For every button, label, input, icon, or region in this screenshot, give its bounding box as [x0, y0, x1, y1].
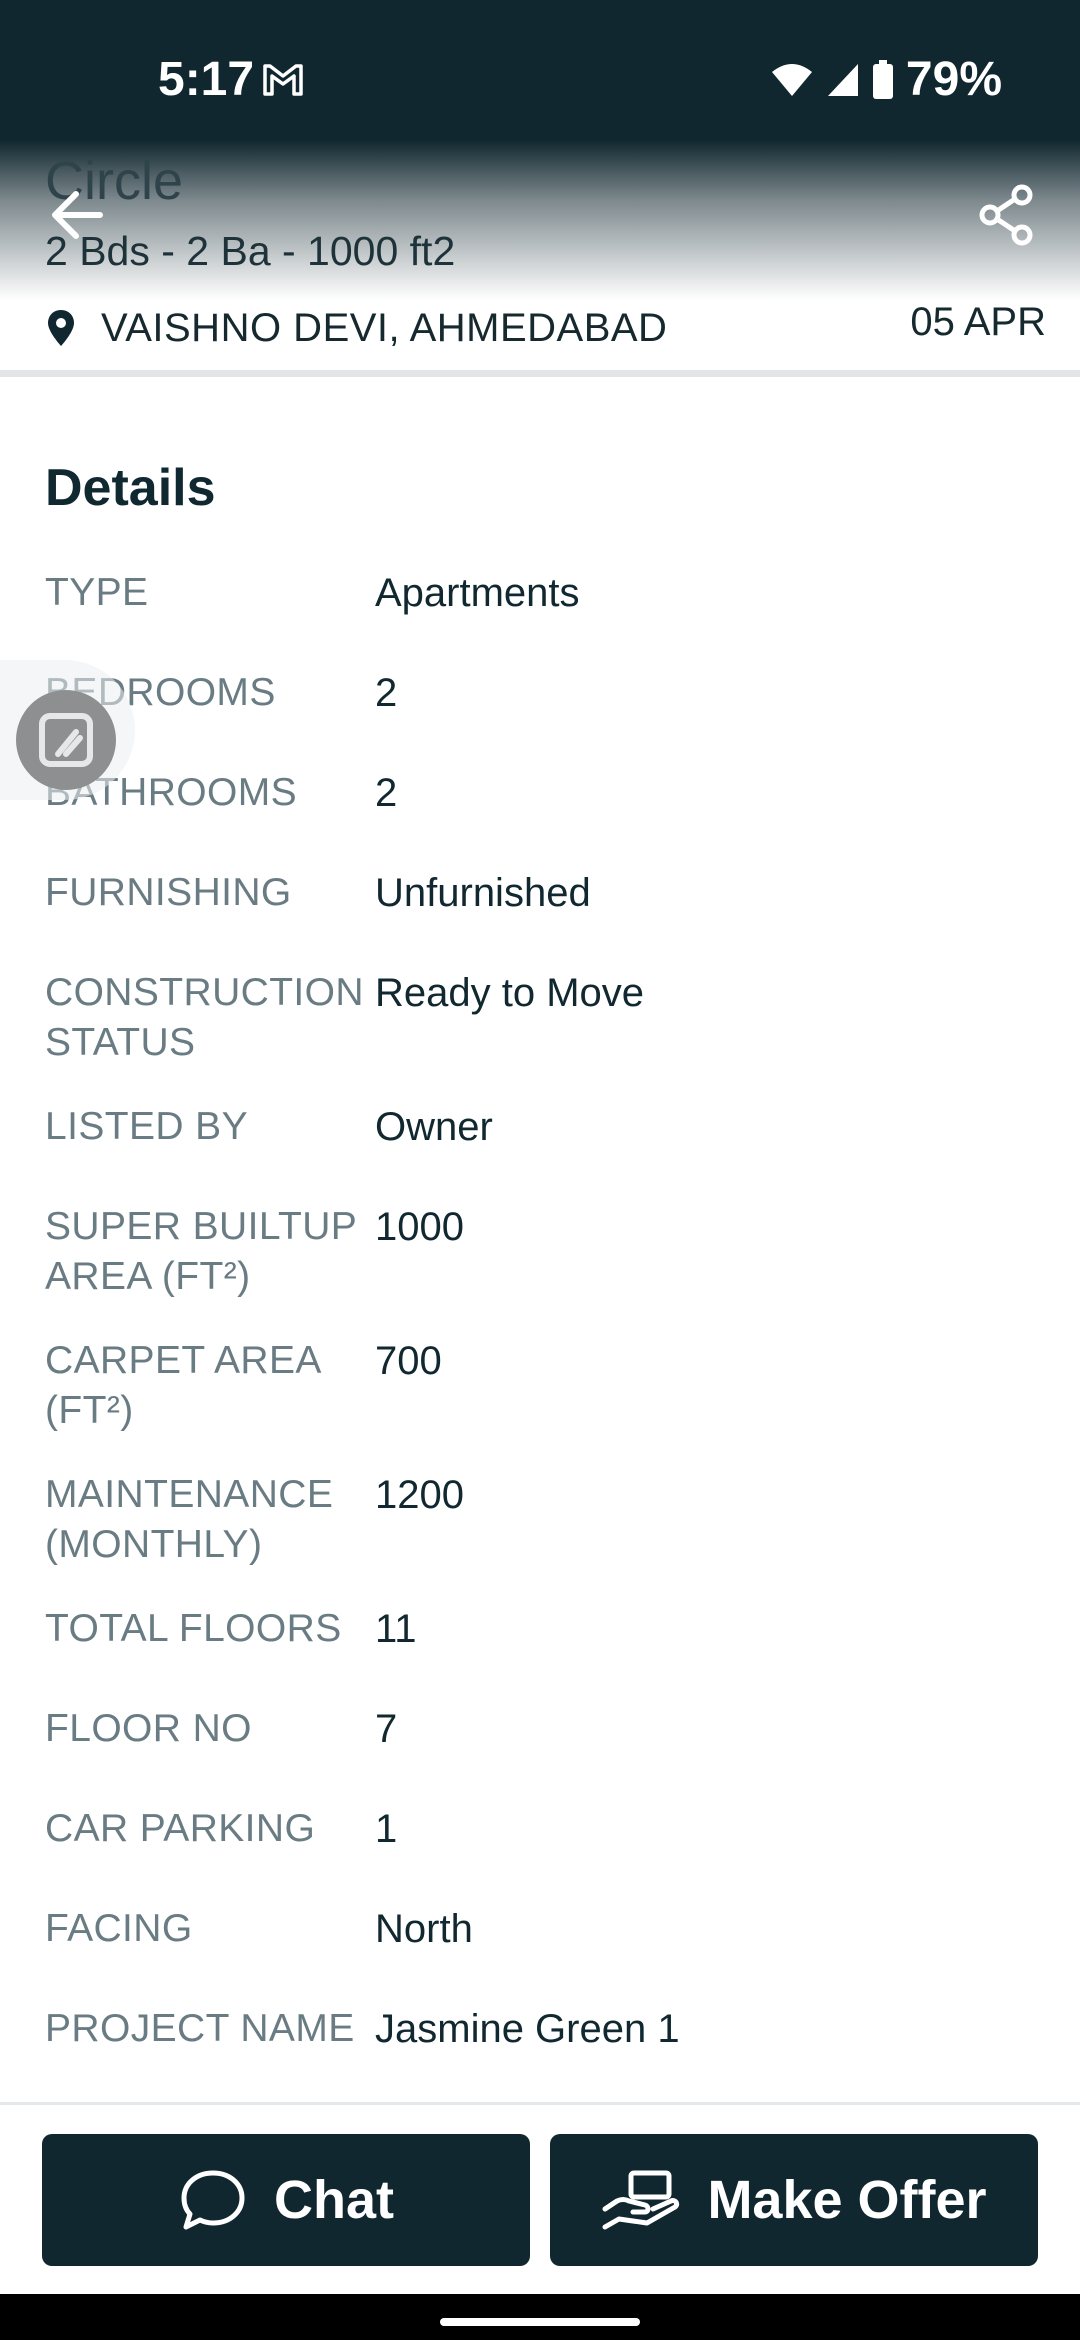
detail-value: North [375, 1907, 473, 1951]
detail-value: Ready to Move [375, 971, 645, 1015]
home-indicator[interactable] [440, 2318, 640, 2326]
detail-row-super-builtup-area: SUPER BUILTUP AREA (FT²) 1000 [45, 1202, 1045, 1302]
detail-label: SUPER BUILTUP AREA (FT²) [45, 1205, 357, 1298]
detail-row-maintenance: MAINTENANCE (MONTHLY) 1200 [45, 1470, 1045, 1570]
detail-label: CAR PARKING [45, 1807, 316, 1850]
detail-row-bedrooms: BEDROOMS 2 [45, 668, 1045, 718]
status-bar: 5:17 79% [0, 0, 1080, 150]
gmail-icon [263, 64, 303, 96]
system-nav-bar [0, 2294, 1080, 2340]
quick-tool-icon [39, 713, 93, 767]
make-offer-button[interactable]: Make Offer [550, 2134, 1038, 2266]
wifi-icon [771, 63, 812, 96]
hand-offer-icon [602, 2170, 680, 2230]
location-text: VAISHNO DEVI, AHMEDABAD [101, 305, 668, 350]
detail-row-floor-no: FLOOR NO 7 [45, 1704, 1045, 1754]
detail-label: CARPET AREA (FT²) [45, 1339, 320, 1432]
detail-value: 1000 [375, 1205, 464, 1249]
detail-value: 1200 [375, 1473, 464, 1517]
detail-value: 7 [375, 1707, 398, 1751]
detail-row-furnishing: FURNISHING Unfurnished [45, 868, 1045, 918]
signal-icon [827, 63, 858, 96]
detail-row-type: TYPE Apartments [45, 568, 1045, 618]
detail-value: 2 [375, 771, 398, 815]
detail-value: Unfurnished [375, 871, 591, 915]
detail-value: Owner [375, 1105, 493, 1149]
location-pin-icon [48, 310, 74, 346]
chat-bubble-icon [181, 2170, 245, 2230]
detail-row-construction-status: CONSTRUCTION STATUS Ready to Move [45, 968, 1045, 1068]
detail-label: TYPE [45, 571, 149, 614]
detail-label: MAINTENANCE (MONTHLY) [45, 1473, 334, 1566]
detail-row-facing: FACING North [45, 1904, 1045, 1954]
detail-label: TOTAL FLOORS [45, 1607, 342, 1650]
detail-row-carpet-area: CARPET AREA (FT²) 700 [45, 1336, 1045, 1436]
detail-label: LISTED BY [45, 1105, 248, 1148]
listing-date: 05 APR [910, 300, 1046, 344]
detail-label: FACING [45, 1907, 193, 1950]
arrow-left-icon [52, 191, 103, 239]
detail-value: Jasmine Green 1 [375, 2007, 680, 2051]
share-button[interactable] [974, 182, 1040, 248]
details-heading: Details [45, 459, 216, 517]
back-button[interactable] [42, 180, 112, 250]
detail-value: Apartments [375, 571, 580, 615]
detail-label: FURNISHING [45, 871, 292, 914]
share-icon [979, 184, 1033, 246]
location-row: VAISHNO DEVI, AHMEDABAD [45, 300, 1045, 356]
detail-row-project-name: PROJECT NAME Jasmine Green 1 [45, 2004, 1045, 2054]
divider [0, 370, 1080, 377]
floating-widget-button[interactable] [16, 690, 116, 790]
chat-button-label: Chat [274, 2170, 394, 2230]
detail-row-total-floors: TOTAL FLOORS 11 [45, 1604, 1045, 1654]
detail-label: CONSTRUCTION STATUS [45, 971, 364, 1064]
detail-value: 11 [375, 1607, 417, 1651]
detail-row-car-parking: CAR PARKING 1 [45, 1804, 1045, 1854]
status-time: 5:17 [158, 53, 255, 106]
chat-button[interactable]: Chat [42, 2134, 530, 2266]
detail-value: 700 [375, 1339, 442, 1383]
detail-row-listed-by: LISTED BY Owner [45, 1102, 1045, 1152]
battery-icon [872, 59, 893, 99]
detail-value: 2 [375, 671, 398, 715]
make-offer-button-label: Make Offer [707, 2170, 987, 2230]
detail-label: PROJECT NAME [45, 2007, 355, 2050]
detail-row-bathrooms: BATHROOMS 2 [45, 768, 1045, 818]
battery-percent: 79% [905, 53, 1002, 106]
status-icons: 79% [770, 52, 1002, 107]
detail-value: 1 [375, 1807, 398, 1851]
detail-label: FLOOR NO [45, 1707, 252, 1750]
